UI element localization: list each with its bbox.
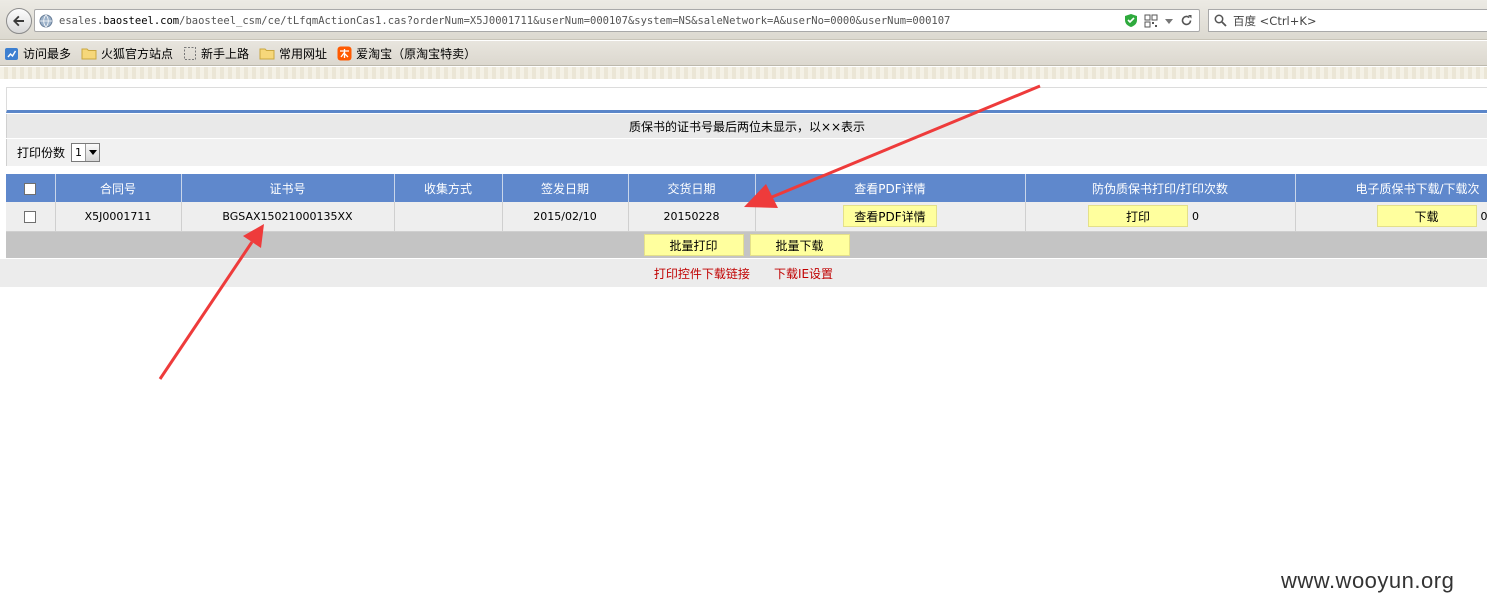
print-control-download-link[interactable]: 打印控件下载链接	[654, 265, 750, 282]
panel-header	[6, 87, 1487, 113]
download-cell: 下载 0	[1295, 202, 1487, 232]
bookmark-common-sites[interactable]: 常用网址	[259, 45, 327, 62]
print-cell: 打印 0	[1025, 202, 1296, 232]
folder-icon	[259, 48, 275, 60]
row-select-cell	[6, 202, 56, 232]
chevron-down-icon	[85, 144, 100, 161]
batch-print-button[interactable]: 批量打印	[643, 234, 744, 256]
page-top-strip	[0, 67, 1487, 79]
shield-icon[interactable]	[1124, 13, 1138, 28]
header-issue-date: 签发日期	[502, 174, 629, 202]
search-bar[interactable]: 百度 <Ctrl+K>	[1208, 9, 1487, 32]
download-button[interactable]: 下载	[1376, 205, 1477, 228]
back-arrow-icon	[13, 15, 24, 27]
address-bar[interactable]: esales.baosteel.com/baosteel_csm/ce/tLfq…	[34, 9, 1200, 32]
bookmark-star-icon	[5, 47, 18, 60]
copies-label: 打印份数	[17, 146, 66, 160]
print-copies-row: 打印份数 1	[6, 139, 1487, 166]
watermark: www.wooyun.org	[1281, 568, 1455, 593]
globe-icon	[39, 14, 53, 27]
print-button[interactable]: 打印	[1088, 205, 1188, 228]
header-delivery-date: 交货日期	[628, 174, 756, 202]
back-button[interactable]	[6, 8, 32, 34]
contract-cell: X5J0001711	[55, 202, 182, 232]
table-header-row: 合同号 证书号 收集方式 签发日期 交货日期 查看PDF详情 防伪质保书打印/打…	[6, 174, 1487, 202]
view-pdf-button[interactable]: 查看PDF详情	[843, 205, 937, 228]
batch-download-button[interactable]: 批量下载	[749, 234, 850, 256]
download-count: 0	[1480, 209, 1487, 223]
bookmark-taobao[interactable]: 爱淘宝（原淘宝特卖）	[337, 45, 476, 62]
page-icon	[184, 46, 197, 60]
certificate-notice: 质保书的证书号最后两位未显示，以××表示	[6, 114, 1487, 138]
table-row: X5J0001711 BGSAX15021000135XX 2015/02/10…	[6, 202, 1487, 232]
header-download: 电子质保书下载/下载次	[1295, 174, 1487, 202]
taobao-icon	[337, 46, 352, 60]
header-contract: 合同号	[55, 174, 182, 202]
copies-value: 1	[75, 146, 83, 159]
header-certificate: 证书号	[181, 174, 395, 202]
ie-settings-download-link[interactable]: 下载IE设置	[774, 265, 833, 282]
folder-icon	[81, 48, 97, 60]
header-collect-method: 收集方式	[394, 174, 503, 202]
batch-actions: 批量打印 批量下载	[6, 232, 1487, 258]
bookmarks-bar: 访问最多 火狐官方站点 新手上路 常用网址 爱淘宝（原淘宝特卖）	[0, 41, 1487, 66]
bookmark-getting-started[interactable]: 新手上路	[183, 45, 249, 62]
select-all-checkbox[interactable]	[24, 182, 37, 195]
reload-icon[interactable]	[1180, 14, 1193, 27]
certificate-table: 合同号 证书号 收集方式 签发日期 交货日期 查看PDF详情 防伪质保书打印/打…	[6, 174, 1487, 232]
browser-nav-bar: esales.baosteel.com/baosteel_csm/ce/tLfq…	[0, 0, 1487, 40]
select-all-header	[6, 174, 56, 202]
pdf-cell: 查看PDF详情	[755, 202, 1026, 232]
row-checkbox[interactable]	[24, 210, 37, 223]
issue-date-cell: 2015/02/10	[502, 202, 629, 232]
print-count: 0	[1192, 209, 1199, 223]
bookmark-firefox-site[interactable]: 火狐官方站点	[81, 45, 173, 62]
url-text: esales.baosteel.com/baosteel_csm/ce/tLfq…	[59, 14, 951, 27]
header-pdf-details: 查看PDF详情	[755, 174, 1026, 202]
footer-links: 打印控件下载链接 下载IE设置	[0, 259, 1487, 287]
search-placeholder: 百度 <Ctrl+K>	[1233, 13, 1317, 28]
copies-select[interactable]: 1	[71, 143, 101, 162]
header-print: 防伪质保书打印/打印次数	[1025, 174, 1296, 202]
collect-method-cell	[394, 202, 503, 232]
search-icon	[1214, 14, 1227, 27]
dropdown-arrow-icon[interactable]	[1164, 16, 1174, 26]
certificate-cell: BGSAX15021000135XX	[181, 202, 395, 232]
delivery-date-cell: 20150228	[628, 202, 756, 232]
bookmark-most-visited[interactable]: 访问最多	[4, 45, 71, 62]
qr-code-icon[interactable]	[1144, 14, 1158, 28]
